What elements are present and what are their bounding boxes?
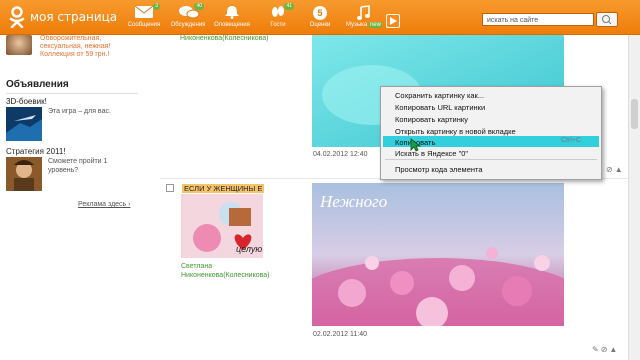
menu-separator [385,159,597,160]
scrollbar-thumb[interactable] [631,99,638,129]
nav-label: Оценки [309,22,331,28]
nav-discussions[interactable]: 40 Обсуждения [166,3,210,33]
nav-music[interactable]: Музыка new [342,3,386,33]
my-page-link[interactable]: моя страница [30,10,117,24]
nav-messages[interactable]: 3 Сообщения [122,3,166,33]
nav-ratings[interactable]: 5 Оценки [298,3,342,33]
page-scrollbar[interactable] [628,35,640,360]
ad-title-strategy[interactable]: Стратегия 2011! [6,147,66,156]
nav-notifications[interactable]: Оповещения [210,3,254,33]
ads-here-link[interactable]: Реклама здесь › [78,201,130,208]
play-icon [390,17,397,25]
ad-text-3d-action[interactable]: Эта игра – для вас. [48,107,138,116]
menu-copy-shortcut: Ctrl+C [560,137,581,144]
menu-copy-image-url[interactable]: Копировать URL картинки [395,103,485,112]
nav-label: Музыка new [346,22,382,28]
guests-badge: 41 [284,3,294,10]
messages-badge: 3 [153,3,160,10]
site-search-input[interactable]: искать на сайте [482,13,594,26]
post2-image-title: Нежного [320,192,388,211]
ad-text-strategy[interactable]: Сможете пройти 1 уровень? [48,157,138,175]
post1-author[interactable]: Никоненкова(Колесникова) [180,34,269,43]
svg-text:5: 5 [317,8,322,18]
menu-open-image-new-tab[interactable]: Открыть картинку в новой вкладке [395,127,516,136]
divider [6,93,138,94]
post2-actions[interactable]: ✎⊘▲ [592,345,619,354]
nav-label: Обсуждения [170,22,206,28]
post2-date: 02.02.2012 11:40 [313,331,367,338]
post2-author[interactable]: Светлана Никоненкова(Колесникова) [181,262,270,280]
nav-label: Сообщения [127,22,161,28]
chat-bubbles-icon: 40 [178,3,204,21]
rating-icon: 5 [310,5,330,21]
ads-section-title: Объявления [6,79,69,90]
post1-date: 04.02.2012 12:40 [313,151,368,158]
music-new-badge: new [368,22,382,28]
nav-guests[interactable]: 41 Гости [256,3,300,33]
nav-label: Оповещения [214,22,250,28]
post1-actions[interactable]: ⊘▲ [606,165,625,174]
image-context-menu: Сохранить картинку как... Копировать URL… [380,86,602,180]
nav-label: Гости [270,22,286,28]
bell-icon [222,5,242,21]
odnoklassniki-logo-icon[interactable] [8,6,26,28]
footprints-icon: 41 [268,3,294,21]
menu-copy-image[interactable]: Копировать картинку [395,115,468,124]
mouse-cursor-icon [410,138,422,152]
search-icon [602,15,612,25]
promo-image[interactable] [6,35,32,55]
play-button[interactable] [386,14,400,28]
music-note-icon [354,5,374,21]
ad-image-strategy[interactable] [6,157,42,191]
search-button[interactable] [596,12,618,27]
post2-thumbnail-caption: целую [236,244,263,254]
envelope-icon: 3 [134,3,160,21]
ad-image-3d-action[interactable] [6,107,42,141]
ad-title-3d-action[interactable]: 3D-боевик! [6,97,47,106]
top-navigation-bar: моя страница 3 Сообщения 40 Обсуждения О… [0,0,640,35]
left-sidebar: Обворожительная, сексуальная, нежная! Ко… [0,35,150,360]
promo-text[interactable]: Обворожительная, сексуальная, нежная! Ко… [40,35,145,59]
discussions-badge: 40 [194,3,204,10]
menu-search-yandex[interactable]: Искать в Яндексе "0" [395,149,468,158]
menu-inspect-element[interactable]: Просмотр кода элемента [395,165,483,174]
menu-save-image-as[interactable]: Сохранить картинку как... [395,91,484,100]
post2-select-checkbox[interactable] [166,184,174,192]
post2-card-label[interactable]: ЕСЛИ У ЖЕНЩИНЫ Е [182,184,265,193]
